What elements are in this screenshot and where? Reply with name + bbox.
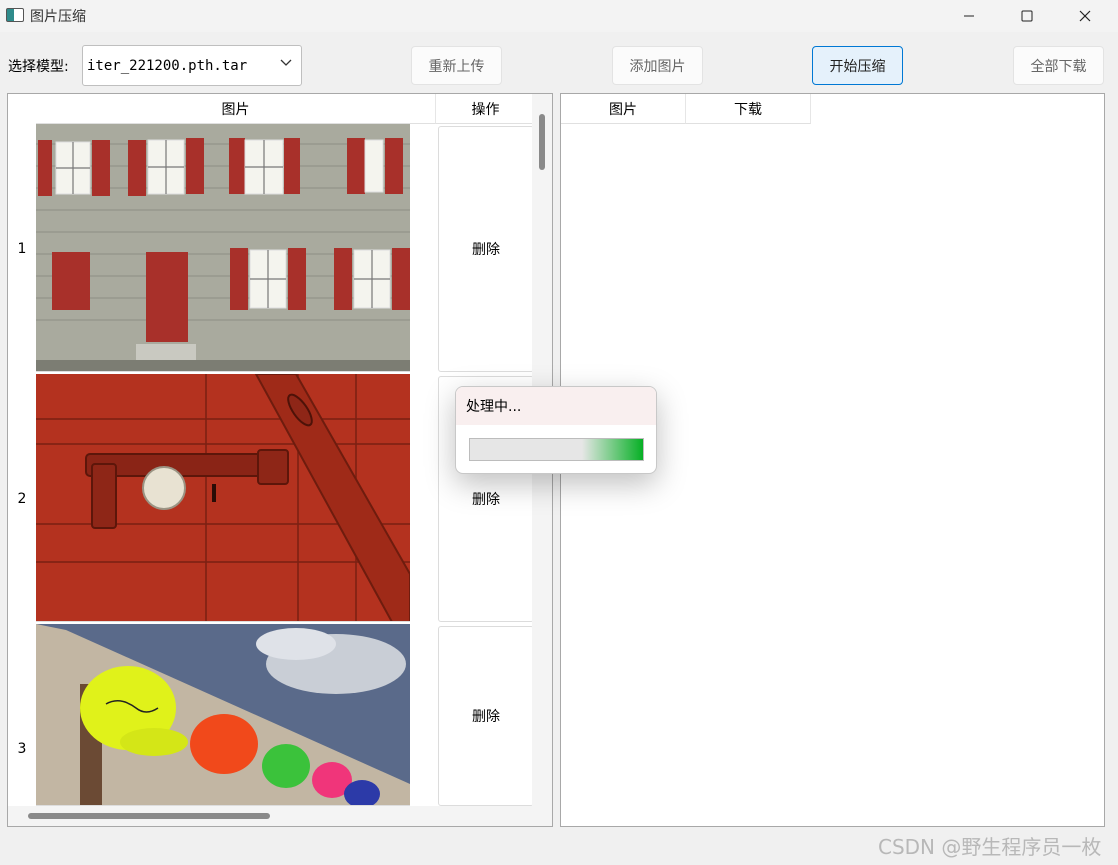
image-thumbnail-red-door [36,374,410,622]
start-compress-button[interactable]: 开始压缩 [812,46,903,85]
column-header-action[interactable]: 操作 [436,94,536,124]
add-image-button[interactable]: 添加图片 [612,46,703,85]
dialog-title: 处理中... [456,387,656,425]
window-title: 图片压缩 [30,9,86,25]
image-thumbnail-building [36,124,410,372]
row-number: 3 [17,741,27,757]
row-number: 1 [17,241,27,257]
image-thumbnail-caps [36,624,410,806]
download-all-button[interactable]: 全部下载 [1013,46,1104,85]
vertical-scroll-thumb[interactable] [539,114,545,170]
model-select-value: iter_221200.pth.tar [87,58,248,74]
row-number: 2 [17,491,27,507]
maximize-icon [1021,10,1033,22]
chevron-down-icon [280,59,292,66]
horizontal-scroll-thumb[interactable] [28,813,270,819]
watermark: CSDN @野生程序员一枚 [878,835,1102,859]
reupload-button[interactable]: 重新上传 [411,46,502,85]
progress-bar [469,438,644,461]
app-icon [6,8,24,22]
column-header-image[interactable]: 图片 [561,94,686,124]
column-header-download[interactable]: 下载 [686,94,811,124]
minimize-button[interactable] [946,0,992,32]
minimize-icon [964,15,974,17]
delete-button[interactable]: 删除 [438,626,534,806]
model-select[interactable]: iter_221200.pth.tar [82,45,302,86]
column-header-image[interactable]: 图片 [36,94,436,124]
progress-fill [582,439,643,460]
delete-button[interactable]: 删除 [438,126,534,372]
model-label: 选择模型: [8,59,69,75]
close-icon [1079,10,1091,22]
processing-dialog: 处理中... [455,386,657,474]
maximize-button[interactable] [1004,0,1050,32]
close-button[interactable] [1062,0,1108,32]
